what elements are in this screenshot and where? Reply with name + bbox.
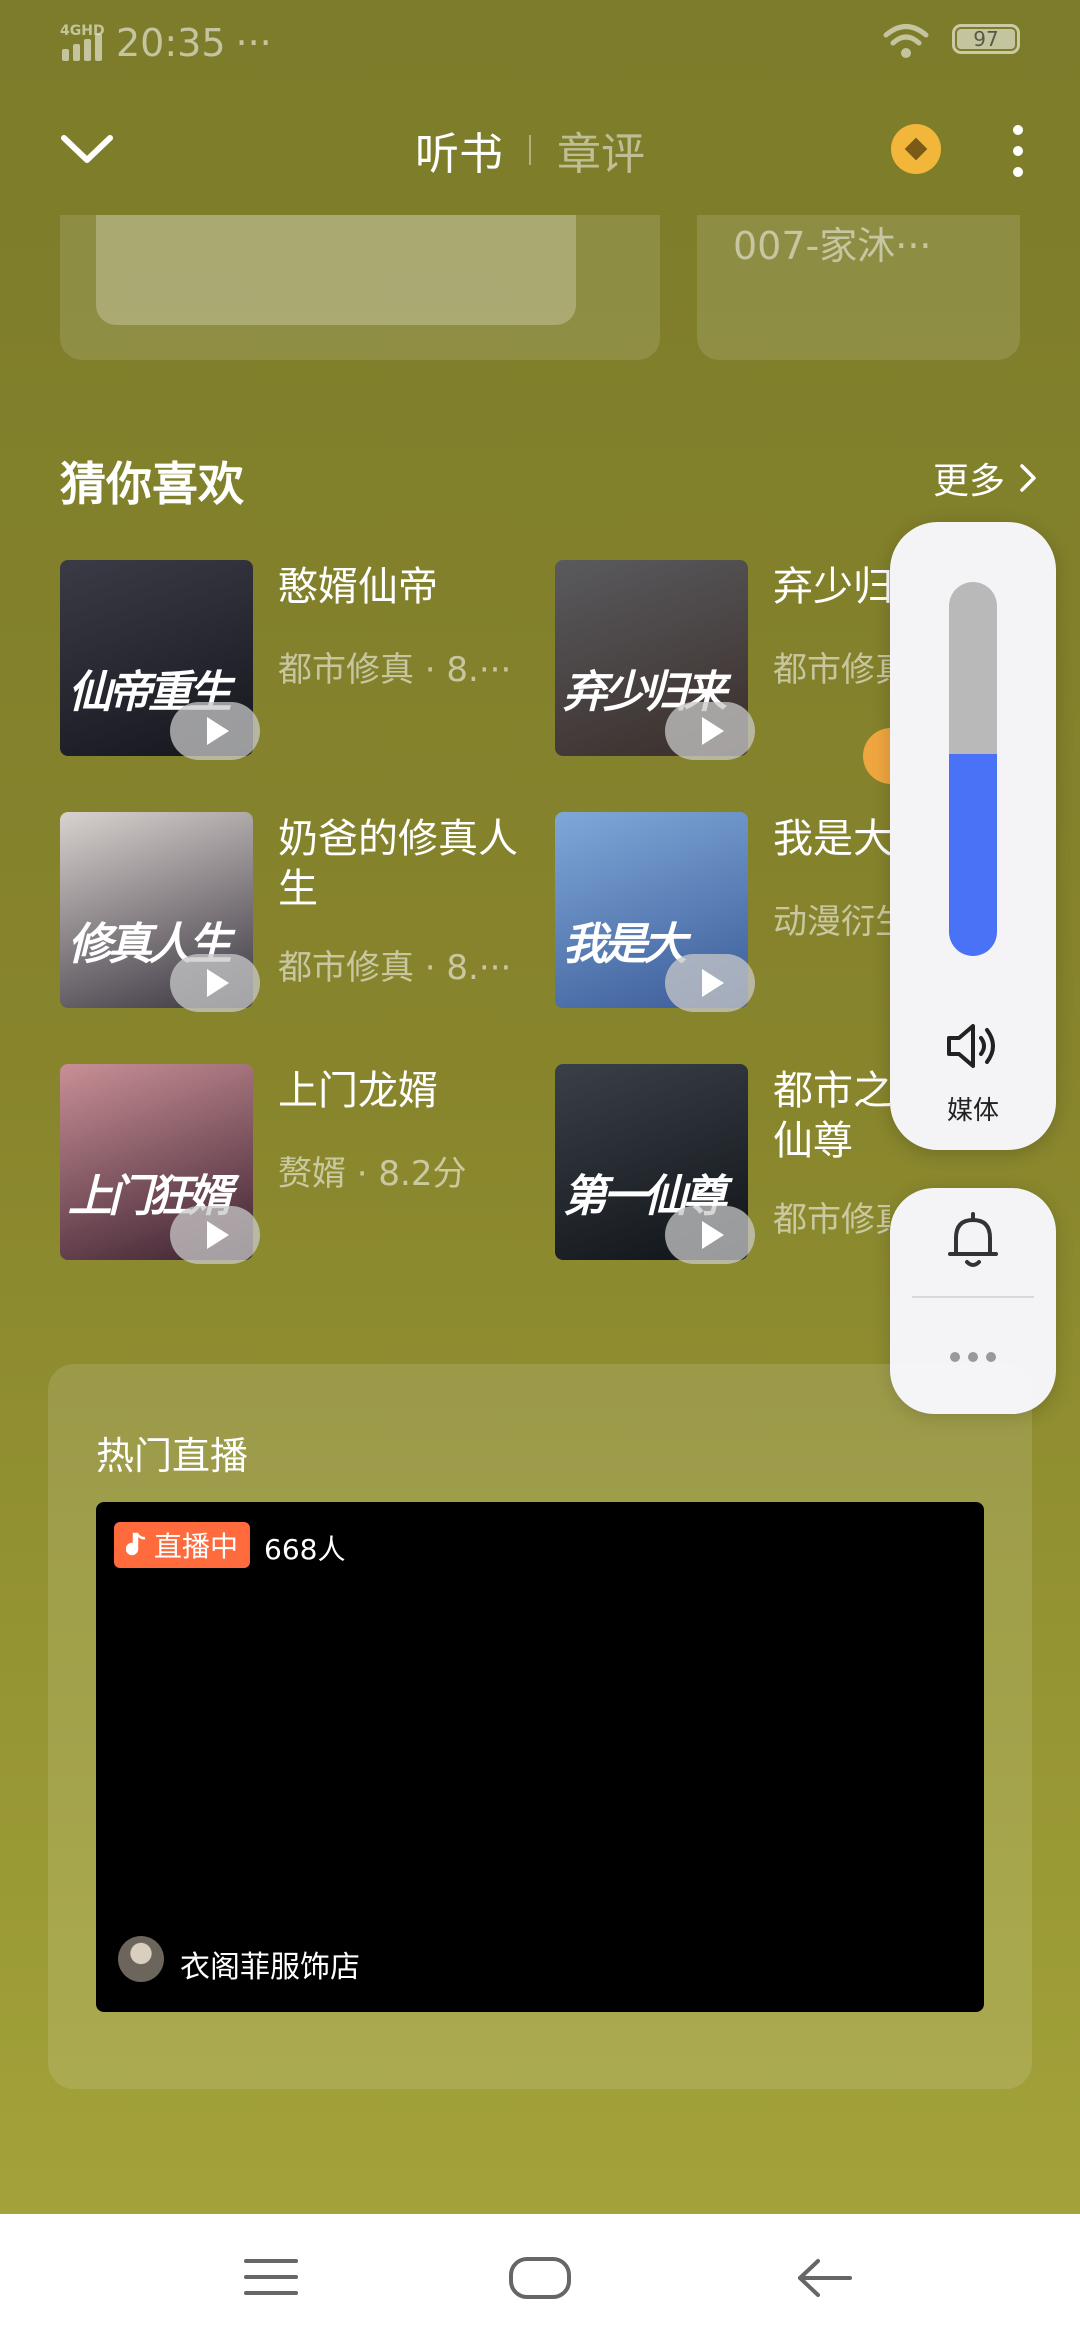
menu-icon[interactable] [244,2258,298,2296]
tab-listen[interactable]: 听书 [415,118,503,182]
system-nav-bar [0,2214,1080,2340]
tab-comments[interactable]: 章评 [557,118,645,182]
music-note-icon [126,1532,146,1556]
top-card-thumbnail [96,215,576,325]
more-options-icon[interactable] [1012,125,1024,177]
live-section-title: 热门直播 [96,1434,249,1478]
section-title: 猜你喜欢 [60,457,244,511]
play-icon[interactable] [170,1206,260,1264]
collapse-chevron-icon[interactable] [60,130,114,166]
back-icon[interactable] [796,2258,852,2298]
cover-title: 我是大 [563,919,687,970]
book-item[interactable]: 我是大 我是大 动漫衍生 [555,812,890,1012]
book-title: 弃少归 [773,564,890,610]
top-card-title: 007-家沐··· [733,224,932,268]
book-item[interactable]: 弃少归来 弃少归 都市修真 [555,560,890,760]
viewer-count: 668人 [264,1533,346,1566]
bell-icon[interactable] [946,1210,1000,1272]
volume-slider[interactable] [949,582,997,956]
book-meta: 赘婿 · 8.2分 [278,1154,467,1194]
live-badge-label: 直播中 [154,1530,239,1563]
book-title: 上门龙婿 [278,1068,438,1114]
play-icon[interactable] [170,702,260,760]
volume-panel: 媒体 [890,522,1056,1150]
signal-icon: 4GHD [60,23,106,63]
status-time: 20:35 [116,21,226,65]
book-item[interactable]: 仙帝重生 憨婿仙帝 都市修真 · 8.··· [60,560,530,760]
more-settings-icon[interactable] [950,1352,996,1362]
play-icon[interactable] [170,954,260,1012]
book-title: 都市之仙尊 [773,1068,890,1164]
volume-stream-label: 媒体 [946,1096,999,1126]
live-video[interactable]: 直播中 668人 衣阁菲服饰店 [96,1502,984,2012]
chevron-right-icon [1020,464,1036,492]
book-meta: 动漫衍生 [773,902,890,942]
host-name[interactable]: 衣阁菲服饰店 [180,1942,360,1986]
top-card-left[interactable] [60,215,660,360]
book-meta: 都市修真 · 8.··· [278,650,512,690]
top-card-right[interactable]: 007-家沐··· [697,215,1020,360]
play-icon[interactable] [665,954,755,1012]
play-icon[interactable] [665,702,755,760]
live-badge: 直播中 [114,1522,251,1568]
header-tabs: 听书 章评 [415,118,645,182]
book-item[interactable]: 上门狂婿 上门龙婿 赘婿 · 8.2分 [60,1064,530,1264]
avatar[interactable] [118,1936,164,1982]
status-bar: 4GHD 20:35 ··· [60,18,272,68]
book-meta: 都市修真 [773,1200,890,1240]
play-icon[interactable] [665,1206,755,1264]
speaker-icon[interactable] [943,1018,1003,1074]
more-link[interactable]: 更多 [933,452,1037,504]
battery-icon: 97 [952,24,1020,54]
tab-divider [529,135,531,165]
wifi-icon [883,24,929,58]
book-title: 奶爸的修真人生 [278,816,518,912]
book-title: 憨婿仙帝 [278,564,438,610]
coin-icon[interactable] [891,124,941,174]
status-more: ··· [235,21,272,65]
more-label: 更多 [933,461,1006,502]
book-meta: 都市修真 [773,650,890,690]
book-item[interactable]: 修真人生 奶爸的修真人生 都市修真 · 8.··· [60,812,530,1012]
book-title: 我是大 [773,816,890,862]
battery-level: 97 [973,27,999,51]
book-meta: 都市修真 · 8.··· [278,948,512,988]
book-item[interactable]: 第一仙尊 都市之仙尊 都市修真 [555,1064,890,1264]
volume-slider-fill [949,754,997,956]
home-icon[interactable] [508,2256,572,2300]
panel-divider [912,1296,1034,1298]
